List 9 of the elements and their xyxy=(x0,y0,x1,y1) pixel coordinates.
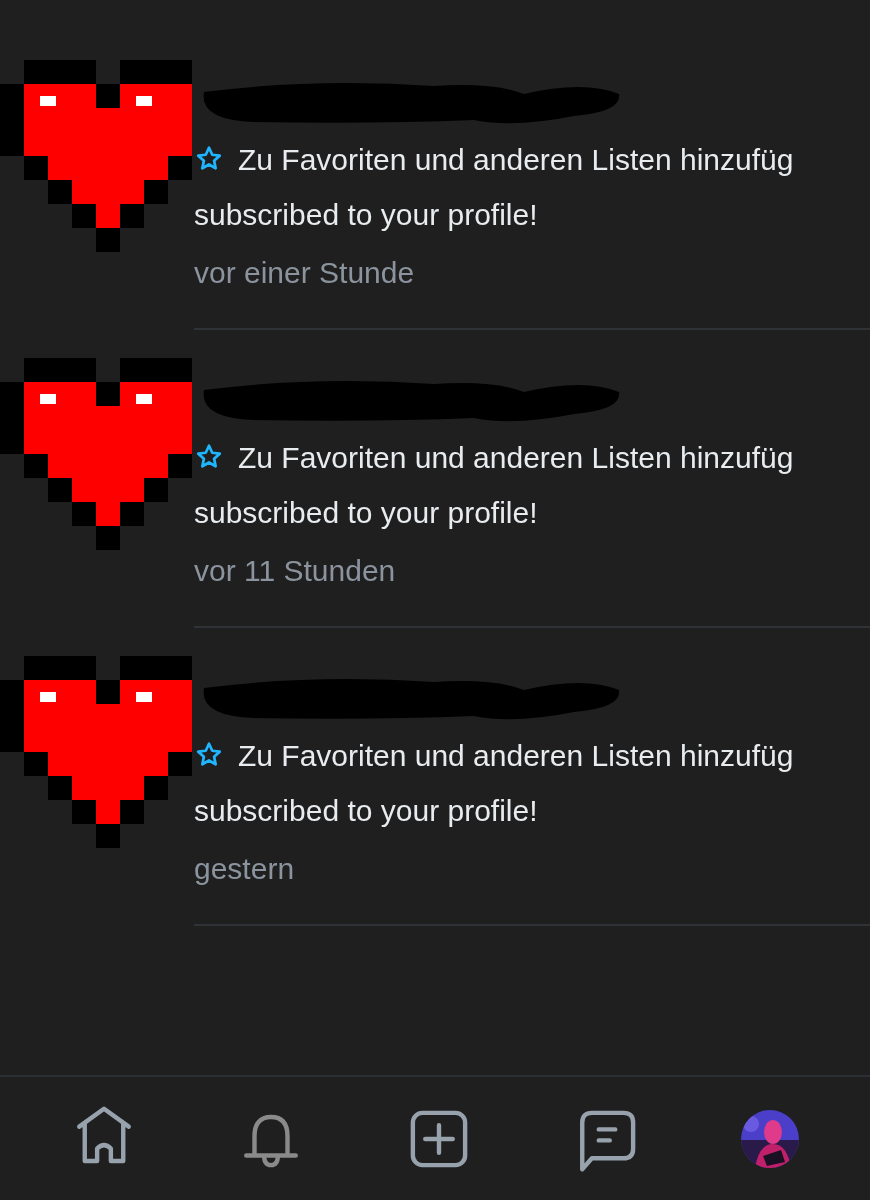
notification-message: subscribed to your profile! xyxy=(194,495,539,531)
add-to-lists-link[interactable]: Zu Favoriten und anderen Listen hinzufüg xyxy=(238,434,794,480)
notification-time: vor einer Stunde xyxy=(194,255,416,291)
notification-time: gestern xyxy=(194,851,296,887)
notification-message: subscribed to your profile! xyxy=(194,793,539,829)
add-to-lists-link[interactable]: Zu Favoriten und anderen Listen hinzufüg xyxy=(238,136,794,182)
notification-message: subscribed to your profile! xyxy=(194,197,539,233)
notification-time: vor 11 Stunden xyxy=(194,553,397,589)
add-to-lists-link[interactable]: Zu Favoriten und anderen Listen hinzufüg xyxy=(238,732,794,778)
